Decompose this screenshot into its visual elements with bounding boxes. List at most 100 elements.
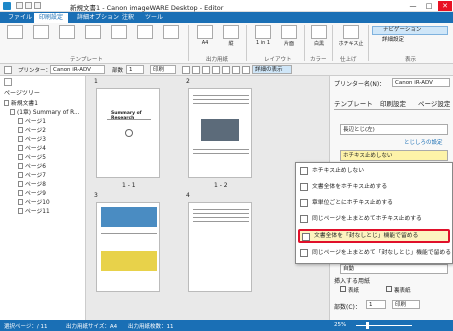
undo-icon[interactable] bbox=[34, 2, 41, 9]
tree-page[interactable]: ページ3 bbox=[18, 136, 46, 145]
detail-view-button[interactable]: 詳細の表示 bbox=[252, 65, 292, 74]
tab-annotation[interactable]: 注釈 bbox=[117, 13, 139, 23]
collapse-icon[interactable] bbox=[4, 78, 12, 86]
tree-document[interactable]: 新規文書1 bbox=[4, 100, 38, 109]
minimize-button[interactable]: — bbox=[406, 1, 420, 11]
zoom-icon[interactable] bbox=[182, 66, 190, 74]
page-number: 2 bbox=[186, 78, 190, 85]
tab-template[interactable]: テンプレート bbox=[334, 98, 373, 108]
navigation-toggle[interactable]: ナビゲーション bbox=[372, 26, 448, 35]
page-icon bbox=[18, 181, 23, 187]
template-button-6[interactable] bbox=[134, 25, 156, 51]
template-button-7[interactable] bbox=[160, 25, 182, 51]
staple-select[interactable]: ホチキス止めしない bbox=[340, 150, 448, 161]
undo-icon[interactable] bbox=[202, 66, 210, 74]
photo-image bbox=[201, 119, 239, 141]
zoom-slider-handle[interactable] bbox=[366, 322, 369, 329]
template-button-3[interactable] bbox=[56, 25, 78, 51]
tree-page[interactable]: ページ9 bbox=[18, 190, 46, 199]
page-number: 1 bbox=[94, 78, 98, 85]
duplex-button[interactable]: 片面 bbox=[278, 25, 300, 51]
staple-button[interactable]: ホチキス止 bbox=[338, 25, 364, 51]
detail-settings-toggle[interactable]: 詳細設定 bbox=[372, 36, 448, 45]
n-up-button[interactable]: 1 in 1 bbox=[252, 25, 274, 51]
text-line bbox=[107, 119, 151, 120]
tree-page[interactable]: ページ8 bbox=[18, 181, 46, 190]
zoom-slider[interactable] bbox=[356, 325, 412, 326]
staple-option[interactable]: 同じページを上まとめてホチキス止めする bbox=[298, 213, 450, 225]
page-thumbnail[interactable] bbox=[96, 202, 160, 292]
tree-page[interactable]: ページ1 bbox=[18, 118, 46, 127]
template-button-4[interactable] bbox=[82, 25, 104, 51]
redo-icon[interactable] bbox=[212, 66, 220, 74]
insert-paper-select[interactable]: 自動 bbox=[340, 264, 448, 274]
page-icon bbox=[18, 145, 23, 151]
tree-page[interactable]: ページ2 bbox=[18, 127, 46, 136]
tree-page[interactable]: ページ7 bbox=[18, 172, 46, 181]
tree-page[interactable]: ページ11 bbox=[18, 208, 50, 217]
copies-input[interactable]: 1 bbox=[126, 65, 144, 74]
print-icon[interactable] bbox=[25, 2, 32, 9]
display-group-label: 表示 bbox=[405, 57, 417, 63]
text-line bbox=[193, 221, 249, 222]
tree-page[interactable]: ページ6 bbox=[18, 163, 46, 172]
printer-select[interactable]: Canon iR-ADV bbox=[50, 65, 105, 74]
maximize-button[interactable]: □ bbox=[422, 1, 436, 11]
staple-option[interactable]: 同じページを上まとめて「封なしとじ」機能で留める bbox=[298, 247, 451, 259]
margin-settings-link[interactable]: とじしろの設定 bbox=[404, 138, 443, 146]
tab-page-settings[interactable]: ページ設定 bbox=[418, 98, 450, 108]
printer-label: プリンター： bbox=[18, 68, 52, 74]
page-label: 1 - 2 bbox=[214, 182, 228, 189]
binding-select[interactable]: 長辺とじ(左) bbox=[340, 124, 448, 135]
close-button[interactable]: ✕ bbox=[438, 1, 452, 11]
arrow-right-icon[interactable] bbox=[232, 66, 240, 74]
staple-option[interactable]: 章単位ごとにホチキス止めする bbox=[298, 197, 450, 209]
template-button-1[interactable] bbox=[4, 25, 26, 51]
text-line bbox=[193, 217, 249, 218]
divider bbox=[334, 109, 450, 110]
staple-dropdown-list: ホチキス止めしない 文書全体をホチキス止めする 章単位ごとにホチキス止めする 同… bbox=[295, 162, 453, 264]
ribbon: テンプレート A4 縦 出力用紙 1 in 1 片面 レイアウト 白黒 カラー … bbox=[0, 23, 453, 64]
rotate-icon[interactable] bbox=[192, 66, 200, 74]
tab-file[interactable]: ファイル bbox=[3, 13, 37, 23]
tab-tools[interactable]: ツール bbox=[140, 13, 168, 23]
page-thumbnail[interactable] bbox=[188, 88, 252, 178]
page-icon bbox=[18, 127, 23, 133]
copies-input[interactable]: 1 bbox=[366, 300, 386, 309]
stapleless-icon bbox=[302, 233, 310, 241]
staple-option[interactable]: ホチキス止めしない bbox=[298, 165, 450, 177]
page-thumbnail[interactable] bbox=[188, 202, 252, 292]
tab-print-settings[interactable]: 印刷設定 bbox=[380, 98, 406, 108]
color-button[interactable]: 白黒 bbox=[308, 25, 330, 51]
page-icon[interactable] bbox=[242, 66, 250, 74]
group-separator bbox=[368, 25, 369, 61]
front-cover-checkbox[interactable]: 表紙 bbox=[340, 286, 359, 294]
tree-section[interactable]: (1章) Summary of R... bbox=[10, 109, 80, 118]
back-cover-checkbox[interactable]: 裏表紙 bbox=[386, 286, 411, 294]
save-icon[interactable] bbox=[16, 2, 23, 9]
template-button-5[interactable] bbox=[108, 25, 130, 51]
paper-orient-button[interactable]: 縦 bbox=[220, 25, 242, 51]
text-line bbox=[193, 209, 249, 210]
page-thumbnail[interactable]: Summary of Research bbox=[96, 88, 160, 178]
page-icon bbox=[18, 172, 23, 178]
print-button[interactable]: 印刷 bbox=[150, 65, 176, 74]
tab-print-settings[interactable]: 印刷設定 bbox=[34, 13, 69, 23]
tree-page[interactable]: ページ10 bbox=[18, 199, 50, 208]
photo-image bbox=[101, 207, 157, 227]
printer-name-select[interactable]: Canon iR-ADV bbox=[392, 78, 450, 87]
paper-size-button[interactable]: A4 bbox=[194, 25, 216, 51]
arrow-left-icon[interactable] bbox=[222, 66, 230, 74]
panel-print-button[interactable]: 印刷 bbox=[392, 300, 420, 309]
group-separator bbox=[332, 25, 333, 61]
pin-icon[interactable] bbox=[4, 66, 12, 74]
tree-page[interactable]: ページ5 bbox=[18, 154, 46, 163]
page-tree-header: ページツリー bbox=[4, 90, 40, 97]
template-button-2[interactable] bbox=[30, 25, 52, 51]
staple-option-selected[interactable]: 文書全体を「封なしとじ」機能で留める bbox=[298, 229, 450, 243]
stapleless-same-page-icon bbox=[300, 249, 308, 257]
status-bar: 選択ページ：/ 11 出力用紙サイズ：A4 出力用紙枚数：11 25% bbox=[0, 320, 453, 331]
tree-page[interactable]: ページ4 bbox=[18, 145, 46, 154]
staple-option[interactable]: 文書全体をホチキス止めする bbox=[298, 181, 450, 193]
no-staple-icon bbox=[300, 167, 308, 175]
